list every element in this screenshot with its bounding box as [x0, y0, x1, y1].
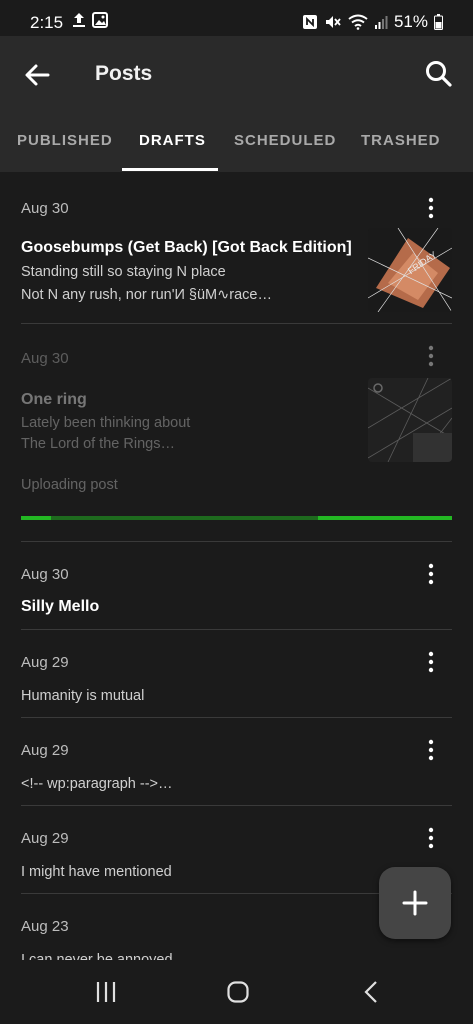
post-item[interactable]: Aug 29 <!-- wp:paragraph -->… [0, 718, 473, 806]
post-excerpt: Not N any rush, nor run'И §üM∿race… [21, 287, 272, 303]
post-date: Aug 30 [21, 566, 69, 583]
post-list[interactable]: Aug 30 Goosebumps (Get Back) [Got Back E… [0, 172, 473, 960]
post-excerpt: Standing still so staying N place [21, 264, 226, 280]
image-icon [92, 12, 108, 28]
tab-scheduled[interactable]: SCHEDULED [234, 132, 336, 149]
more-vert-icon[interactable] [419, 826, 443, 850]
signal-icon [374, 16, 388, 29]
mute-icon [325, 16, 341, 28]
upload-icon [73, 13, 85, 27]
post-date: Aug 29 [21, 654, 69, 671]
post-date: Aug 30 [21, 200, 69, 217]
post-excerpt: Humanity is mutual [21, 688, 145, 704]
post-excerpt: I can never be annoyed [21, 952, 173, 960]
more-vert-icon[interactable] [419, 738, 443, 762]
post-excerpt: The Lord of the Rings… [21, 436, 175, 452]
post-title: One ring [21, 391, 87, 408]
post-excerpt: Lately been thinking about [21, 415, 191, 431]
post-item[interactable]: Aug 30 Silly Mello [0, 542, 473, 630]
search-icon[interactable] [423, 58, 455, 90]
progress-fill-end [318, 516, 452, 520]
battery-percent: 51% [393, 12, 428, 31]
status-time: 2:15 [30, 13, 64, 32]
post-item[interactable]: Aug 30 One ring Lately been thinking abo… [0, 324, 473, 542]
system-nav-bar [0, 960, 473, 1024]
progress-fill-start [21, 516, 52, 520]
post-thumbnail [368, 378, 452, 462]
post-title: Goosebumps (Get Back) [Got Back Edition] [21, 239, 352, 256]
tab-published[interactable]: PUBLISHED [17, 132, 113, 149]
page-title: Posts [95, 62, 153, 85]
back-icon[interactable] [360, 980, 384, 1004]
post-excerpt: <!-- wp:paragraph -->… [21, 776, 173, 792]
plus-icon [402, 890, 428, 916]
post-item[interactable]: Aug 29 Humanity is mutual [0, 630, 473, 718]
tab-bar: PUBLISHED DRAFTS SCHEDULED TRASHED [0, 128, 473, 172]
arrow-back-icon[interactable] [22, 60, 52, 90]
battery-icon [434, 14, 443, 30]
app-bar: Posts PUBLISHED DRAFTS SCHEDULED TRASHED [0, 36, 473, 172]
tab-indicator [122, 168, 218, 171]
upload-progress-bar [21, 516, 452, 520]
status-bar: 2:15 51% [0, 0, 473, 36]
post-item[interactable]: Aug 30 Goosebumps (Get Back) [Got Back E… [0, 172, 473, 324]
recents-icon[interactable] [94, 980, 118, 1004]
more-vert-icon[interactable] [419, 650, 443, 674]
wifi-icon [348, 14, 368, 30]
nfc-icon [302, 15, 317, 29]
post-excerpt: I might have mentioned [21, 864, 172, 880]
add-post-button[interactable] [379, 867, 451, 939]
post-date: Aug 23 [21, 918, 69, 935]
tab-drafts[interactable]: DRAFTS [139, 132, 206, 149]
more-vert-icon[interactable] [419, 196, 443, 220]
post-date: Aug 30 [21, 350, 69, 367]
post-title: Silly Mello [21, 598, 100, 615]
post-date: Aug 29 [21, 742, 69, 759]
tab-trashed[interactable]: TRASHED [361, 132, 441, 149]
post-date: Aug 29 [21, 830, 69, 847]
home-icon[interactable] [226, 980, 250, 1004]
post-thumbnail: FRIDAY [368, 228, 452, 312]
upload-status: Uploading post [21, 477, 118, 493]
more-vert-icon[interactable] [419, 344, 443, 368]
more-vert-icon[interactable] [419, 562, 443, 586]
